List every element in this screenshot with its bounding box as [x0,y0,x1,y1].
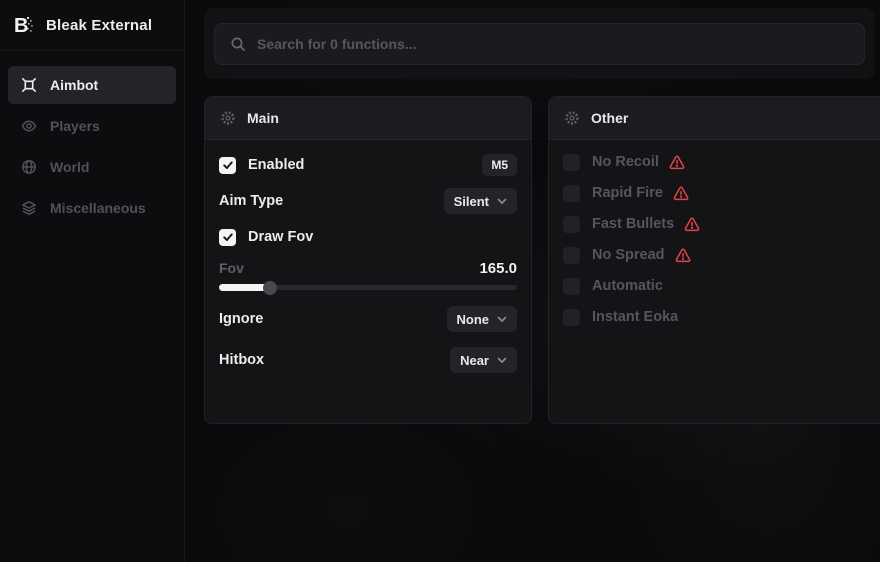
main-panel-body: Enabled M5 Aim Type Silent Draw Fov Fov … [205,140,531,386]
panel-title: Main [247,110,279,126]
toggle-row-no-spread: No Spread [563,246,870,264]
fov-slider-thumb[interactable] [263,281,277,295]
aim-type-row: Aim Type Silent [219,188,517,214]
toggle-row-rapid-fire: Rapid Fire [563,184,870,202]
other-panel-body: No Recoil Rapid Fire F [549,140,880,352]
search-icon [230,36,246,52]
toggle-label: Rapid Fire [592,185,663,201]
panel-title: Other [591,110,628,126]
toggle-row-automatic: Automatic [563,277,870,295]
toggle-row-instant-eoka: Instant Eoka [563,308,870,326]
other-panel: Other No Recoil Rapid Fire [548,96,880,424]
toggle-row-no-recoil: No Recoil [563,153,870,171]
hitbox-label: Hitbox [219,352,264,368]
app-title: Bleak External [46,17,152,34]
fov-value: 165.0 [479,260,517,277]
sidebar-item-world[interactable]: World [8,148,176,186]
sidebar-nav: Aimbot Players World [0,51,184,245]
enabled-row: Enabled M5 [219,154,517,176]
main-panel: Main Enabled M5 Aim Type Silent [204,96,532,424]
globe-icon [21,159,37,175]
chevron-down-icon [497,316,507,323]
hitbox-dropdown[interactable]: Near [450,347,517,373]
instant-eoka-checkbox[interactable] [563,309,580,326]
ignore-dropdown[interactable]: None [447,306,518,332]
sidebar-item-players[interactable]: Players [8,107,176,145]
ignore-label: Ignore [219,311,263,327]
fov-label: Fov [219,260,244,276]
hitbox-value: Near [460,353,489,368]
aim-type-label: Aim Type [219,193,283,209]
toggle-label: Automatic [592,278,663,294]
other-panel-header: Other [549,97,880,140]
search-input[interactable]: Search for 0 functions... [214,23,865,65]
check-icon [222,231,234,243]
aim-type-value: Silent [454,194,489,209]
fast-bullets-checkbox[interactable] [563,216,580,233]
sidebar-item-label: Aimbot [50,77,98,93]
aim-type-dropdown[interactable]: Silent [444,188,517,214]
toggle-label: Instant Eoka [592,309,678,325]
automatic-checkbox[interactable] [563,278,580,295]
draw-fov-label: Draw Fov [248,229,313,245]
enabled-keybind-badge[interactable]: M5 [482,154,517,176]
sidebar-item-label: Players [50,118,100,134]
warning-icon [675,248,691,263]
enabled-checkbox[interactable] [219,157,236,174]
warning-icon [673,186,689,201]
crosshair-icon [21,77,37,93]
draw-fov-row: Draw Fov [219,226,517,248]
sidebar: B Bleak External Aimbot [0,0,185,562]
no-spread-checkbox[interactable] [563,247,580,264]
fov-header-row: Fov 165.0 [219,258,517,278]
app-logo-icon: B [12,13,36,37]
gear-icon [220,110,236,126]
ignore-value: None [457,312,490,327]
gear-icon [564,110,580,126]
app-brand: B Bleak External [0,0,184,51]
chevron-down-icon [497,198,507,205]
main-panel-header: Main [205,97,531,140]
hitbox-row: Hitbox Near [219,347,517,373]
toggle-row-fast-bullets: Fast Bullets [563,215,870,233]
search-panel: Search for 0 functions... [204,8,875,79]
toggle-label: No Recoil [592,154,659,170]
sidebar-item-miscellaneous[interactable]: Miscellaneous [8,189,176,227]
draw-fov-checkbox[interactable] [219,229,236,246]
sidebar-item-label: Miscellaneous [50,200,146,216]
layers-icon [21,200,37,216]
toggle-label: No Spread [592,247,665,263]
warning-icon [669,155,685,170]
check-icon [222,159,234,171]
sidebar-item-label: World [50,159,89,175]
rapid-fire-checkbox[interactable] [563,185,580,202]
svg-text:B: B [14,15,28,37]
enabled-label: Enabled [248,157,304,173]
chevron-down-icon [497,357,507,364]
no-recoil-checkbox[interactable] [563,154,580,171]
ignore-row: Ignore None [219,306,517,332]
sidebar-item-aimbot[interactable]: Aimbot [8,66,176,104]
toggle-label: Fast Bullets [592,216,674,232]
eye-icon [21,118,37,134]
warning-icon [684,217,700,232]
search-placeholder: Search for 0 functions... [257,36,416,52]
fov-slider [219,280,517,296]
